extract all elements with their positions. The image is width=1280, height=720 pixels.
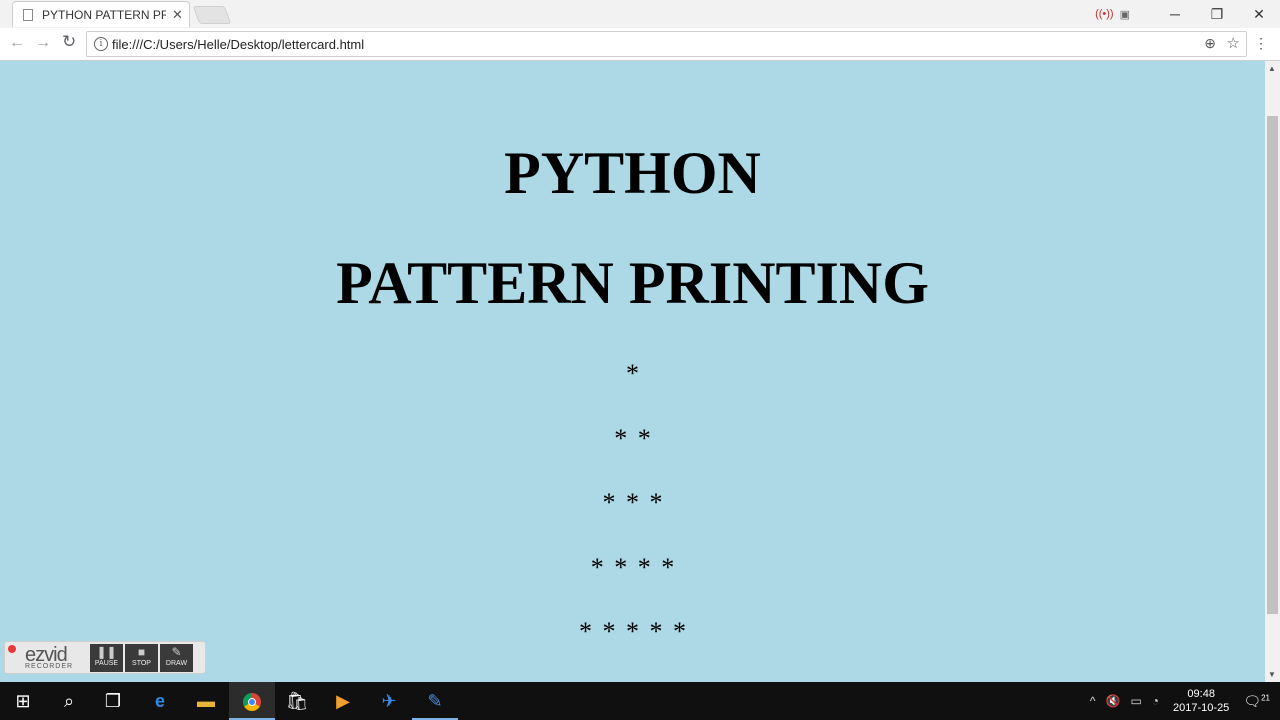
- pattern-row-3: * * *: [602, 488, 663, 517]
- reload-button[interactable]: ↻: [62, 32, 76, 52]
- window-controls: ((•)) ▣ ─ ❐ ✕: [1095, 0, 1280, 28]
- browser-tab[interactable]: PYTHON PATTERN PRINTI ✕: [12, 1, 190, 27]
- forward-button[interactable]: →: [35, 34, 51, 52]
- url-text[interactable]: file:///C:/Users/Helle/Desktop/lettercar…: [112, 37, 364, 52]
- tab-title: PYTHON PATTERN PRINTI: [42, 7, 166, 22]
- cast-icon[interactable]: ((•)): [1095, 8, 1114, 20]
- edge-icon[interactable]: e: [137, 682, 183, 720]
- pattern-row-2: * *: [614, 424, 651, 453]
- folder-icon[interactable]: ▬: [183, 682, 229, 720]
- task-view-icon[interactable]: ❐: [90, 682, 136, 720]
- clock-date: 2017-10-25: [1173, 702, 1230, 714]
- pen-icon: ✎: [171, 645, 182, 659]
- search-icon[interactable]: ⌕: [46, 682, 92, 720]
- record-indicator-icon: [8, 645, 16, 653]
- draw-button[interactable]: ✎ DRAW: [160, 644, 193, 672]
- page-viewport: PYTHON PATTERN PRINTING * * * * * * * * …: [0, 61, 1265, 682]
- pause-label: PAUSE: [94, 660, 119, 667]
- close-button[interactable]: ✕: [1238, 6, 1280, 23]
- battery-icon[interactable]: ▭: [1130, 694, 1141, 708]
- pattern-row-1: *: [626, 359, 639, 388]
- heading-python: PYTHON: [504, 140, 761, 206]
- menu-icon[interactable]: ⋮: [1254, 35, 1268, 52]
- tab-close-icon[interactable]: ✕: [172, 7, 183, 23]
- browser-toolbar: ← → ↻ i file:///C:/Users/Helle/Desktop/l…: [0, 28, 1280, 61]
- address-bar[interactable]: i file:///C:/Users/Helle/Desktop/letterc…: [86, 31, 1247, 57]
- pause-icon: ❚❚: [96, 645, 117, 659]
- stop-button[interactable]: ■ STOP: [125, 644, 158, 672]
- clock[interactable]: 09:48 2017-10-25: [1173, 687, 1229, 715]
- media-icon[interactable]: ▶: [320, 682, 366, 720]
- notification-icon[interactable]: 🗨21: [1243, 693, 1270, 710]
- taskbar: ⊞ ⌕ ❐ e ▬ 🛍 ▶ ✈ ✎ ^ 🔇 ▭ ◔ 09:48 2017-10-…: [0, 682, 1280, 720]
- recorder-widget: ezvid RECORDER ❚❚ PAUSE ■ STOP ✎ DRAW: [4, 641, 206, 674]
- stop-label: STOP: [132, 660, 151, 667]
- scrollbar-thumb[interactable]: [1267, 116, 1278, 614]
- pattern-row-4: * * * *: [590, 553, 675, 582]
- info-icon[interactable]: i: [94, 37, 108, 51]
- new-tab-button[interactable]: [192, 6, 232, 24]
- scroll-down-icon[interactable]: ▼: [1268, 670, 1276, 679]
- volume-muted-icon[interactable]: 🔇: [1105, 694, 1120, 708]
- wifi-icon[interactable]: ◔: [1152, 694, 1159, 708]
- chrome-icon[interactable]: [229, 682, 275, 720]
- store-icon[interactable]: 🛍: [274, 682, 320, 720]
- notification-count: 21: [1261, 692, 1270, 702]
- maximize-button[interactable]: ❐: [1196, 6, 1238, 23]
- vertical-scrollbar[interactable]: ▲ ▼: [1265, 61, 1280, 682]
- python-icon[interactable]: ✎: [412, 682, 458, 720]
- minimize-button[interactable]: ─: [1154, 6, 1196, 22]
- profile-icon[interactable]: ▣: [1120, 8, 1130, 21]
- clock-time: 09:48: [1187, 688, 1215, 700]
- heading-pattern-printing: PATTERN PRINTING: [336, 250, 929, 316]
- zoom-icon[interactable]: ⊕: [1204, 35, 1216, 52]
- scroll-up-icon[interactable]: ▲: [1268, 64, 1276, 73]
- recorder-logo-sub: RECORDER: [25, 663, 74, 670]
- pause-button[interactable]: ❚❚ PAUSE: [90, 644, 123, 672]
- draw-label: DRAW: [165, 660, 188, 667]
- windows-icon[interactable]: ⊞: [0, 682, 46, 720]
- star-icon[interactable]: ☆: [1227, 34, 1240, 52]
- back-button[interactable]: ←: [9, 34, 25, 52]
- chevron-up-icon[interactable]: ^: [1090, 694, 1096, 708]
- tab-strip: PYTHON PATTERN PRINTI ✕ ((•)) ▣ ─ ❐ ✕: [0, 0, 1280, 28]
- stop-icon: ■: [137, 645, 146, 659]
- app-icon[interactable]: ✈: [366, 682, 412, 720]
- system-tray: ^ 🔇 ▭ ◔ 09:48 2017-10-25 🗨21: [1090, 682, 1280, 720]
- page-icon: [23, 8, 33, 21]
